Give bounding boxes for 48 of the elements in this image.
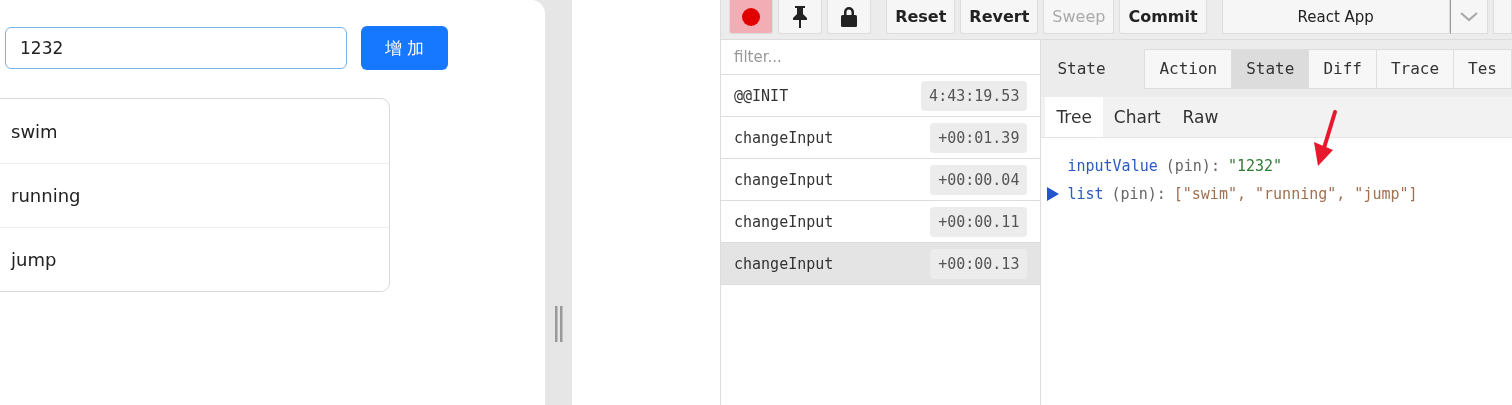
action-time: +00:00.13 [930, 248, 1028, 279]
action-name: changeInput [734, 254, 834, 273]
monitor-tab[interactable]: Tes [1454, 48, 1512, 89]
view-tab[interactable]: Tree [1045, 97, 1103, 137]
caret-icon [1459, 11, 1478, 22]
state-key-label: (pin): [1111, 185, 1166, 203]
monitor-tab[interactable]: Diff [1309, 48, 1377, 89]
dropdown-button[interactable] [1449, 0, 1489, 34]
action-name: changeInput [734, 128, 834, 147]
action-name: changeInput [734, 170, 834, 189]
action-item[interactable]: changeInput +00:00.11 [721, 201, 1041, 243]
action-item[interactable]: changeInput +00:00.04 [721, 159, 1041, 201]
toolbar-button[interactable]: Reset [886, 0, 956, 34]
toolbar-button[interactable]: Revert [960, 0, 1039, 34]
lock-icon [840, 5, 859, 28]
record-button[interactable] [729, 0, 774, 34]
action-time: 4:43:19.53 [921, 80, 1028, 111]
state-value: ["swim", "running", "jump"] [1173, 185, 1418, 203]
expand-arrow-icon[interactable] [1047, 187, 1060, 201]
state-key: list [1067, 185, 1112, 203]
action-time: +00:00.04 [930, 164, 1028, 195]
action-item[interactable]: changeInput +00:00.13 [721, 243, 1041, 285]
toolbar-button[interactable]: Commit [1119, 0, 1207, 34]
monitor-tab[interactable]: State [1232, 48, 1310, 89]
action-name: changeInput [734, 212, 834, 231]
action-time: +00:01.39 [930, 122, 1028, 153]
list-item: swim [10, 119, 59, 144]
action-time: +00:00.11 [930, 206, 1028, 237]
monitor-title: State [1056, 59, 1107, 78]
input-field[interactable]: 1232 [5, 27, 347, 69]
monitor-tab[interactable]: Action [1144, 48, 1233, 89]
lock-button[interactable] [827, 0, 872, 34]
state-key: inputValue [1067, 157, 1166, 175]
record-icon [741, 6, 761, 27]
pin-button[interactable] [778, 0, 823, 34]
state-key-label: (pin): [1165, 157, 1220, 175]
drag-handle-icon[interactable] [554, 306, 563, 342]
instance-dropdown[interactable]: React App [1221, 0, 1450, 34]
monitor-tab[interactable]: Trace [1376, 48, 1455, 89]
add-button[interactable]: 增 加 [361, 26, 448, 70]
action-item[interactable]: @@INIT 4:43:19.53 [721, 75, 1041, 117]
state-value: "1232" [1227, 157, 1283, 175]
action-name: @@INIT [734, 86, 789, 105]
action-item[interactable]: changeInput +00:01.39 [721, 117, 1041, 159]
view-tab[interactable]: Chart [1102, 97, 1172, 137]
view-tab[interactable]: Raw [1171, 97, 1230, 137]
list-item: jump [0, 227, 389, 291]
list-item: running [0, 163, 389, 227]
